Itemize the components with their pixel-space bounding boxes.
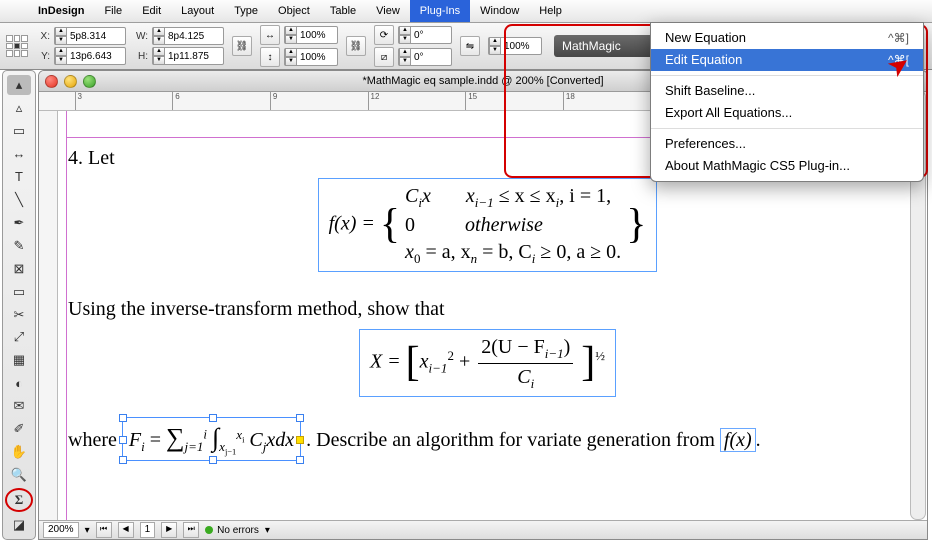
mathmagic-label: MathMagic	[562, 39, 621, 53]
rectangle-frame-tool-icon[interactable]: ⊠	[7, 259, 31, 279]
menu-edit[interactable]: Edit	[132, 0, 171, 22]
window-controls[interactable]	[45, 75, 96, 88]
shear-icon: ⧄	[374, 47, 394, 67]
line-tool-icon[interactable]: ╲	[7, 190, 31, 210]
menu-window[interactable]: Window	[470, 0, 529, 22]
shear-field[interactable]: ▲▼	[398, 48, 452, 66]
zoom-field[interactable]: 200%	[43, 522, 79, 538]
h-label: H:	[134, 51, 148, 62]
equation-3-selected[interactable]: Fi = ∑j=1i ∫xj−1xi Cjxdx	[122, 417, 301, 461]
menu-help[interactable]: Help	[529, 0, 572, 22]
menu-object[interactable]: Object	[268, 0, 320, 22]
rectangle-tool-icon[interactable]: ▭	[7, 282, 31, 302]
status-dot-icon	[205, 526, 213, 534]
text-line-3: where Fi = ∑j=1i ∫xj−1xi Cjxdx . Describ…	[68, 417, 907, 461]
window-title: *MathMagic eq sample.indd @ 200% [Conver…	[362, 75, 603, 87]
mathmagic-dropdown: New Equation^⌘] Edit Equation^⌘[ Shift B…	[650, 22, 924, 182]
zoom-dropdown-icon[interactable]: ▾	[85, 525, 90, 536]
page-field[interactable]: 1	[140, 522, 156, 538]
stroke-scale-field[interactable]: ▲▼	[488, 37, 542, 55]
equation-4[interactable]: f(x)	[720, 428, 756, 452]
menu-view[interactable]: View	[366, 0, 410, 22]
scale-x-field[interactable]: ▲▼	[284, 26, 338, 44]
rotate-icon: ⟳	[374, 25, 394, 45]
zoom-tool-icon[interactable]: 🔍	[7, 465, 31, 485]
scissors-tool-icon[interactable]: ✂	[7, 305, 31, 325]
x-label: X:	[36, 31, 50, 42]
app-name[interactable]: InDesign	[28, 5, 94, 17]
constrain-wh-icon[interactable]: ⛓	[232, 36, 252, 56]
first-page-button[interactable]: ⏮	[96, 522, 112, 538]
tools-panel: ▴ ▵ ▭ ↔ T ╲ ✒ ✎ ⊠ ▭ ✂ ⤢ ▦ ◐ ✉ ✐ ✋ 🔍 Σ ◪	[2, 70, 36, 540]
constrain-scale-icon[interactable]: ⛓	[346, 36, 366, 56]
prev-page-button[interactable]: ◀	[118, 522, 134, 538]
scale-x-icon: ↔	[260, 25, 280, 45]
last-page-button[interactable]: ⏭	[183, 522, 199, 538]
w-label: W:	[134, 31, 148, 42]
gap-tool-icon[interactable]: ↔	[7, 144, 31, 164]
mathmagic-tool-icon[interactable]: Σ	[5, 488, 33, 512]
pencil-tool-icon[interactable]: ✎	[7, 236, 31, 256]
menu-shift-baseline[interactable]: Shift Baseline...	[651, 80, 923, 102]
x-field[interactable]: ▲▼	[54, 27, 126, 45]
y-field[interactable]: ▲▼	[54, 47, 126, 65]
menu-about[interactable]: About MathMagic CS5 Plug-in...	[651, 155, 923, 177]
next-page-button[interactable]: ▶	[161, 522, 177, 538]
menu-file[interactable]: File	[94, 0, 132, 22]
selection-tool-icon[interactable]: ▴	[7, 75, 31, 95]
gradient-feather-tool-icon[interactable]: ◐	[7, 373, 31, 393]
equation-2[interactable]: X = [xi−12 + 2(U − Fi−1)Ci ]½	[359, 329, 616, 397]
text-line-2: Using the inverse-transform method, show…	[68, 296, 907, 323]
menu-table[interactable]: Table	[320, 0, 366, 22]
page-tool-icon[interactable]: ▭	[7, 121, 31, 141]
menu-plugins[interactable]: Plug-Ins	[410, 0, 470, 22]
y-label: Y:	[36, 51, 50, 62]
eyedropper-tool-icon[interactable]: ✐	[7, 419, 31, 439]
preflight-dropdown-icon[interactable]: ▾	[265, 525, 270, 536]
rotate-field[interactable]: ▲▼	[398, 26, 452, 44]
scale-y-icon: ↕	[260, 47, 280, 67]
flip-h-icon[interactable]: ⇋	[460, 36, 480, 56]
menu-preferences[interactable]: Preferences...	[651, 133, 923, 155]
minimize-icon[interactable]	[64, 75, 77, 88]
hand-tool-icon[interactable]: ✋	[7, 442, 31, 462]
note-tool-icon[interactable]: ✉	[7, 396, 31, 416]
gradient-swatch-tool-icon[interactable]: ▦	[7, 350, 31, 370]
free-transform-tool-icon[interactable]: ⤢	[7, 327, 31, 347]
menu-export-all[interactable]: Export All Equations...	[651, 102, 923, 124]
scale-y-field[interactable]: ▲▼	[284, 48, 338, 66]
page-content: 4. Let f(x) = { Cix xi−1 ≤ x ≤ xi, i = 1…	[68, 145, 907, 461]
menu-layout[interactable]: Layout	[171, 0, 224, 22]
menu-type[interactable]: Type	[224, 0, 268, 22]
pen-tool-icon[interactable]: ✒	[7, 213, 31, 233]
h-field[interactable]: ▲▼	[152, 47, 224, 65]
zoom-window-icon[interactable]	[83, 75, 96, 88]
equation-1[interactable]: f(x) = { Cix xi−1 ≤ x ≤ xi, i = 1, 0 oth…	[318, 178, 658, 272]
menu-new-equation[interactable]: New Equation^⌘]	[651, 27, 923, 49]
status-bar: 200% ▾ ⏮ ◀ 1 ▶ ⏭ No errors ▾	[39, 520, 927, 539]
preflight-status[interactable]: No errors	[205, 525, 259, 536]
macos-menubar: InDesign File Edit Layout Type Object Ta…	[0, 0, 932, 23]
w-field[interactable]: ▲▼	[152, 27, 224, 45]
reference-point-grid[interactable]	[6, 35, 28, 57]
type-tool-icon[interactable]: T	[7, 167, 31, 187]
vertical-ruler[interactable]	[39, 111, 58, 520]
fill-stroke-icon[interactable]: ◪	[7, 515, 31, 535]
direct-selection-tool-icon[interactable]: ▵	[7, 98, 31, 118]
close-icon[interactable]	[45, 75, 58, 88]
